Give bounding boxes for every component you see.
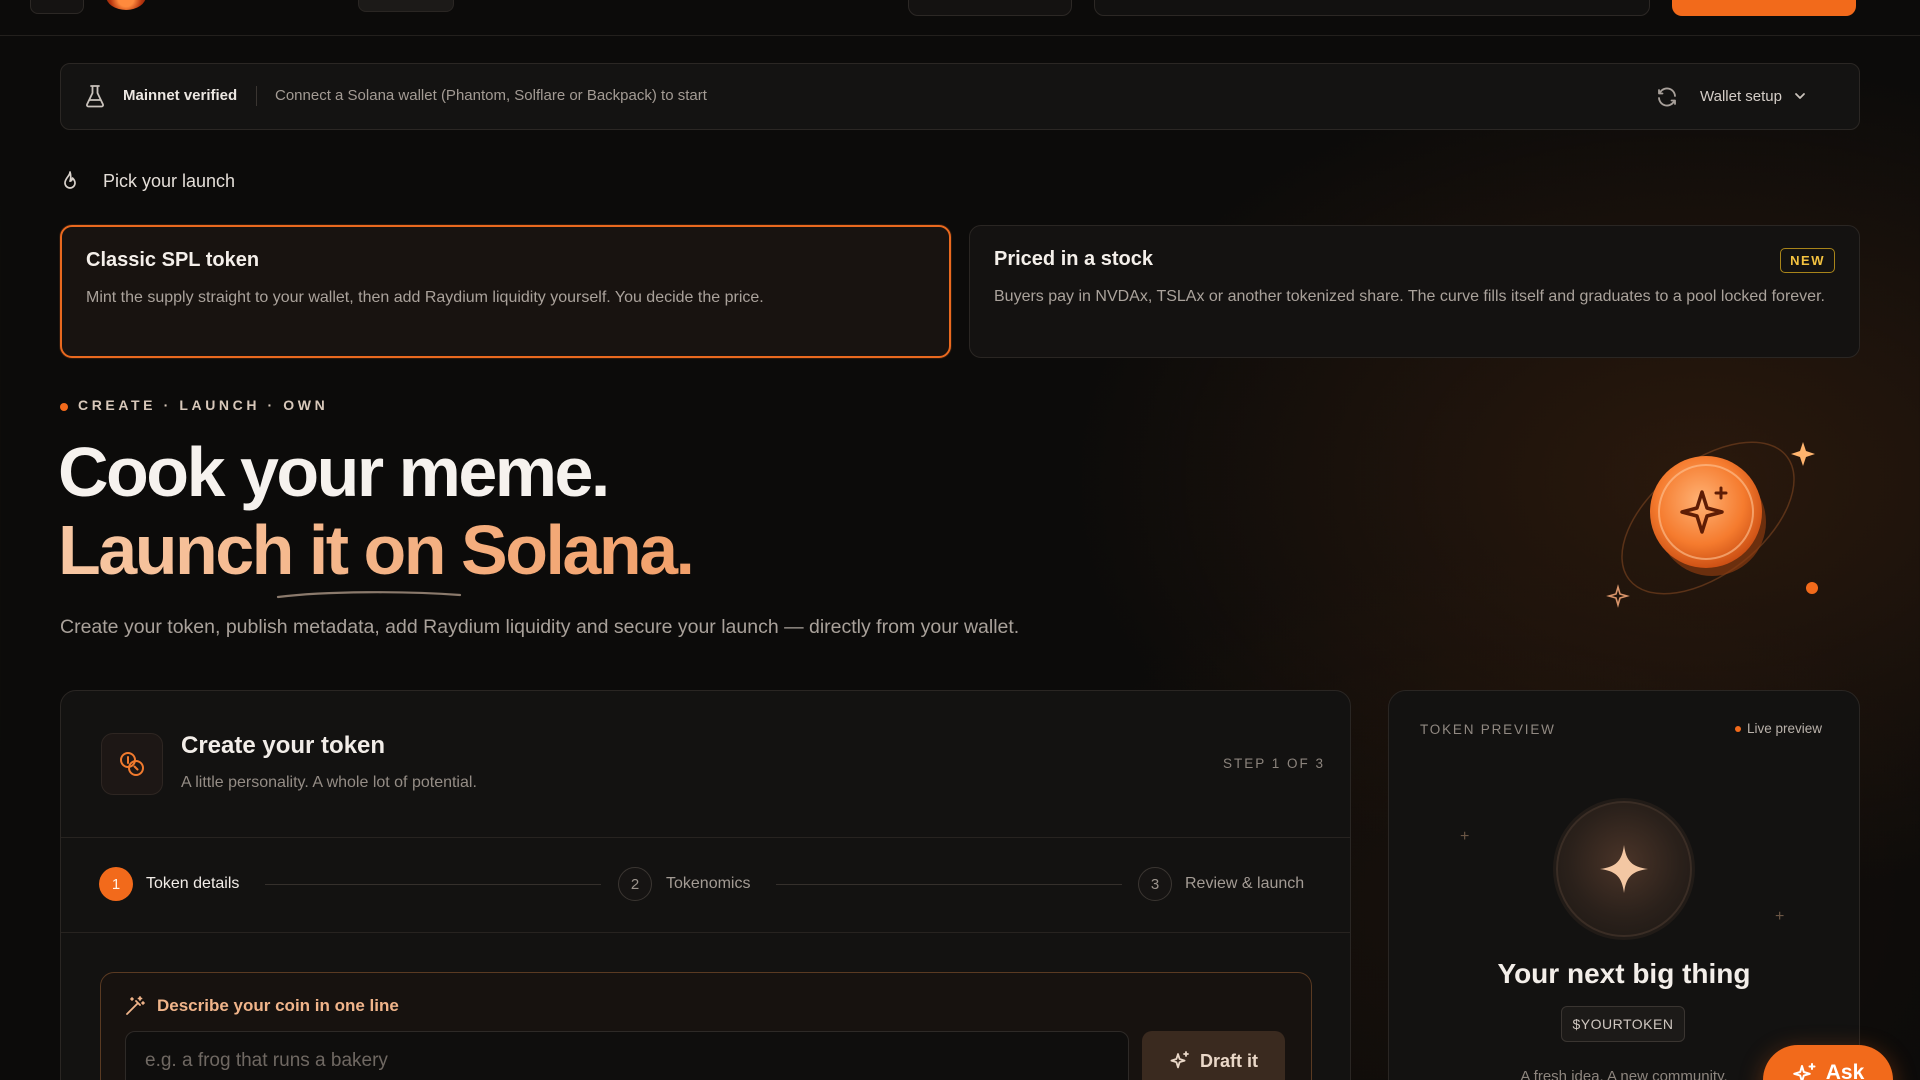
token-preview-name: Your next big thing: [1497, 958, 1751, 989]
sparkle-coin-icon: [1606, 441, 1818, 608]
panel-divider: [61, 837, 1350, 838]
connect-wallet-button[interactable]: [1672, 0, 1856, 16]
option-title: Classic SPL token: [86, 249, 260, 271]
hero-subtitle: Create your token, publish metadata, add…: [60, 616, 1020, 638]
eyebrow-dot: [60, 403, 68, 411]
panel-divider: [61, 932, 1350, 933]
banner-note: Connect a Solana wallet (Phantom, Solfla…: [275, 87, 707, 104]
fire-icon: [64, 171, 76, 189]
hero-title-line2: Launch it on Solana.: [58, 511, 695, 589]
wallet-setup-label: Wallet setup: [1700, 87, 1782, 105]
flask-icon: [86, 85, 104, 108]
step-connector: [776, 884, 1122, 885]
create-token-subtitle: A little personality. A whole lot of pot…: [181, 774, 477, 791]
plus-decoration: +: [1775, 908, 1785, 925]
plus-decoration: +: [1460, 828, 1470, 845]
live-preview-indicator: Live preview: [1735, 721, 1822, 736]
step-2-label[interactable]: Tokenomics: [666, 875, 750, 893]
step-indicator: STEP 1 OF 3: [1223, 756, 1326, 771]
draft-it-label: Draft it: [1200, 1050, 1258, 1071]
step-3-circle[interactable]: 3: [1138, 867, 1172, 901]
hero-eyebrow: CREATE · LAUNCH · OWN: [78, 397, 329, 413]
nav-pill[interactable]: [358, 0, 454, 12]
star-icon: [1600, 845, 1648, 893]
pick-launch-title: Pick your launch: [103, 171, 236, 191]
step-1-label[interactable]: Token details: [146, 875, 239, 893]
launch-option-classic-spl[interactable]: Classic SPL token Mint the supply straig…: [60, 225, 951, 358]
token-preview-ticker: $YOURTOKEN: [1561, 1006, 1685, 1042]
sparkle-icon: [1792, 1063, 1816, 1080]
sparkle-icon: [1170, 1051, 1189, 1069]
search-bar[interactable]: [1094, 0, 1650, 16]
ask-label: Ask: [1825, 1061, 1865, 1080]
new-badge: NEW: [1780, 248, 1835, 273]
live-preview-label: Live preview: [1747, 721, 1823, 736]
hero-underline: [276, 591, 462, 599]
mainnet-status: Mainnet verified: [123, 87, 238, 104]
launch-option-priced-in-stock[interactable]: Priced in a stock NEW Buyers pay in NVDA…: [969, 225, 1860, 358]
draft-it-button[interactable]: Draft it: [1142, 1031, 1285, 1080]
token-avatar: [1556, 801, 1692, 937]
option-description: Mint the supply straight to your wallet,…: [86, 289, 764, 306]
refresh-icon[interactable]: [1655, 85, 1679, 109]
wand-icon: [126, 996, 145, 1015]
coin-description-input[interactable]: [125, 1031, 1129, 1080]
step-1-circle[interactable]: 1: [99, 867, 133, 901]
coins-icon: [101, 733, 163, 795]
step-connector: [265, 884, 601, 885]
step-2-circle[interactable]: 2: [618, 867, 652, 901]
chevron-down-icon: [1795, 93, 1805, 99]
wallet-setup-dropdown[interactable]: Wallet setup: [1700, 80, 1808, 112]
live-dot: [1735, 725, 1741, 732]
token-preview-label: TOKEN PREVIEW: [1420, 722, 1556, 737]
hero-title-line1: Cook your meme.: [58, 433, 610, 511]
option-description: Buyers pay in NVDAx, TSLAx or another to…: [994, 288, 1825, 305]
describe-coin-title: Describe your coin in one line: [157, 996, 399, 1015]
create-token-title: Create your token: [181, 732, 386, 759]
ask-button[interactable]: Ask: [1763, 1045, 1893, 1080]
step-3-label[interactable]: Review & launch: [1185, 875, 1304, 893]
option-title: Priced in a stock: [994, 248, 1153, 270]
banner-divider: [256, 86, 257, 106]
menu-button[interactable]: [30, 0, 84, 14]
network-button[interactable]: [908, 0, 1072, 16]
